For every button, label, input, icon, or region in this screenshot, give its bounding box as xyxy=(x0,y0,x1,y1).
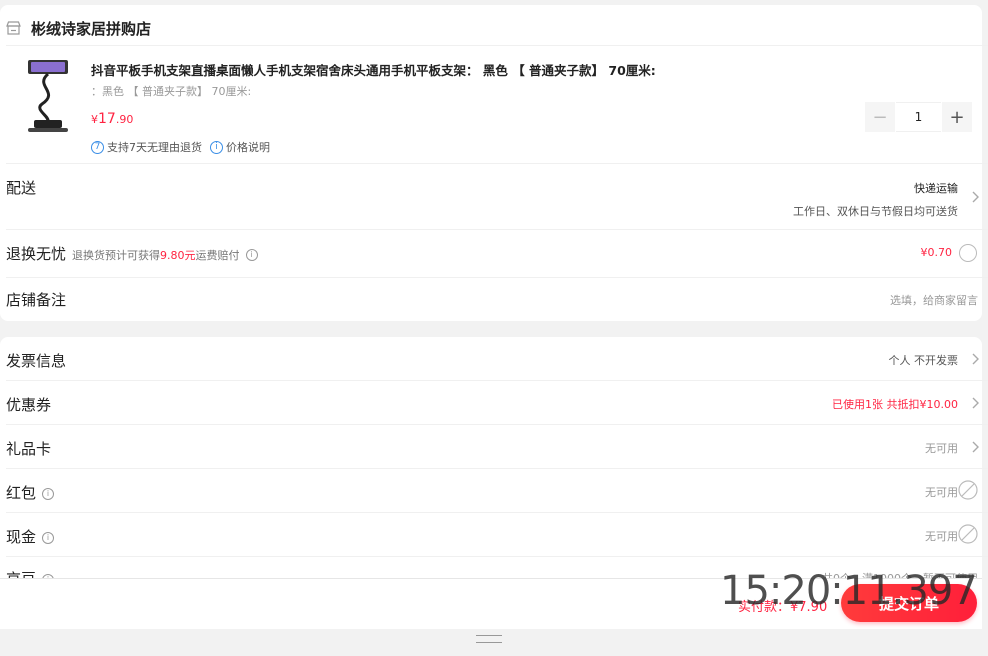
product-thumbnail[interactable] xyxy=(20,56,78,136)
increase-button[interactable]: + xyxy=(942,102,972,132)
gift-card-value: 无可用 xyxy=(925,442,958,455)
product-title[interactable]: 抖音平板手机支架直播桌面懒人手机支架宿舍床头通用手机平板支架： 黑色 【 普通夹… xyxy=(91,60,656,79)
divider xyxy=(6,424,988,425)
worry-free-line: 退换无忧 退换货预计可获得9.80元运费赔付 i xyxy=(6,243,258,264)
divider xyxy=(6,229,988,230)
divider xyxy=(6,512,988,513)
delivery-method: 快递运输 xyxy=(914,182,958,195)
remark-label: 店铺备注 xyxy=(6,291,67,309)
seven-day-icon: 7 xyxy=(91,140,104,154)
resize-handle[interactable] xyxy=(476,635,502,643)
coupon-value: 已使用1张 共抵扣¥10.00 xyxy=(832,398,958,411)
return-policy-tag[interactable]: 7 支持7天无理由退货 xyxy=(91,139,202,155)
chevron-right-icon xyxy=(972,191,979,203)
divider xyxy=(6,163,988,164)
divider xyxy=(6,45,988,46)
divider xyxy=(6,380,988,381)
quantity-value[interactable]: 1 xyxy=(896,102,941,132)
cash-label-line: 现金 i xyxy=(6,526,55,547)
chevron-right-icon xyxy=(972,397,979,409)
delivery-label: 配送 xyxy=(6,179,37,197)
invoice-value: 个人 不开发票 xyxy=(888,354,959,367)
unavailable-icon xyxy=(958,524,978,544)
worry-free-price: ¥0.70 xyxy=(920,246,953,259)
product-spec[interactable]: ：黑色 【 普通夹子款】 70厘米: xyxy=(91,83,251,99)
info-icon: i xyxy=(210,140,223,154)
service-tags: 7 支持7天无理由退货 i 价格说明 xyxy=(91,139,278,155)
remark-input[interactable]: 选填，给商家留言 xyxy=(890,292,978,308)
info-icon[interactable]: i xyxy=(245,248,258,261)
unavailable-icon xyxy=(958,480,978,500)
chevron-right-icon xyxy=(972,441,979,453)
worry-free-desc: 退换货预计可获得9.80元运费赔付 xyxy=(72,249,240,262)
invoice-label: 发票信息 xyxy=(6,352,67,370)
shop-header[interactable]: 彬绒诗家居拼购店 xyxy=(6,13,151,43)
red-packet-value: 无可用 xyxy=(925,486,958,499)
red-packet-label-line: 红包 i xyxy=(6,482,55,503)
product-price: ¥17.90 xyxy=(91,111,134,127)
worry-free-label: 退换无忧 xyxy=(6,245,67,263)
chevron-right-icon xyxy=(972,353,979,365)
quantity-stepper: − 1 + xyxy=(865,102,972,132)
cash-value: 无可用 xyxy=(925,530,958,543)
divider xyxy=(6,556,988,557)
price-explain-tag[interactable]: i 价格说明 xyxy=(210,139,270,155)
divider xyxy=(6,468,988,469)
decrease-button[interactable]: − xyxy=(865,102,895,132)
delivery-note: 工作日、双休日与节假日均可送货 xyxy=(793,205,958,218)
coupon-label: 优惠券 xyxy=(6,396,52,414)
info-icon[interactable]: i xyxy=(42,531,55,544)
gift-card-label: 礼品卡 xyxy=(6,440,52,458)
divider xyxy=(6,277,988,278)
timestamp-overlay: 15:20:11.397 xyxy=(720,568,978,614)
store-icon xyxy=(6,21,21,35)
worry-free-radio[interactable] xyxy=(959,244,977,262)
shop-name: 彬绒诗家居拼购店 xyxy=(31,19,152,38)
info-icon[interactable]: i xyxy=(42,487,55,500)
